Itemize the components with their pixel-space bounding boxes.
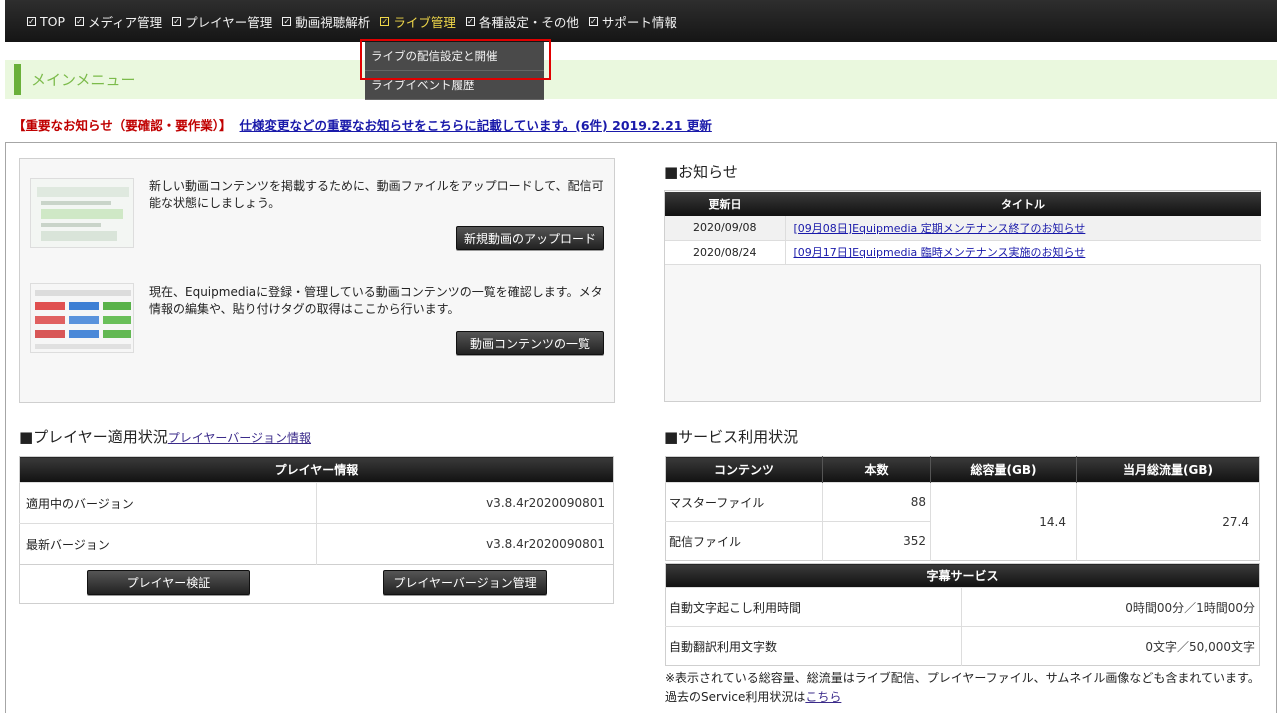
upload-thumbnail [30, 178, 134, 248]
service-header-count: 本数 [822, 456, 931, 483]
player-info-table: プレイヤー情報 適用中のバージョン v3.8.4r2020090801 最新バー… [19, 456, 614, 565]
upload-description: 新しい動画コンテンツを掲載するために、動画ファイルをアップロードして、配信可能な… [149, 179, 604, 210]
top-navigation: ✓ TOP ✓ メディア管理 ✓ プレイヤー管理 ✓ 動画視聴解析 ✓ ライブ管理 ✓ 各種… [5, 0, 1277, 42]
service-capacity-value: 14.4 [930, 482, 1077, 561]
dropdown-item-live-history[interactable]: ライブイベント履歴 [365, 71, 544, 100]
news-cell: [09月08日]Equipmedia 定期メンテナンス終了のお知らせ [785, 216, 1261, 241]
nav-item-settings[interactable]: ✓ 各種設定・その他 [465, 12, 579, 31]
notice-label: 【重要なお知らせ（要確認・要作業）】 [13, 118, 232, 133]
checkbox-icon: ✓ [27, 16, 36, 26]
subtitle-row-value: 0時間00分／1時間00分 [961, 587, 1260, 627]
service-header-traffic: 当月総流量(GB) [1076, 456, 1260, 483]
service-title: ■サービス利用状況 [664, 428, 799, 446]
nav-label: TOP [40, 13, 66, 29]
dropdown-item-live-settings[interactable]: ライブの配信設定と開催 [365, 42, 544, 71]
player-verify-button[interactable]: プレイヤー検証 [87, 570, 250, 595]
news-date: 2020/08/24 [665, 240, 786, 265]
footnote-text: ※表示されている総容量、総流量はライブ配信、プレイヤーファイル、サムネイル画像な… [665, 671, 1260, 685]
nav-label: プレイヤー管理 [185, 14, 273, 30]
nav-label: メディア管理 [88, 14, 163, 30]
page-title: メインメニュー [31, 71, 136, 89]
service-row-name: マスターファイル [665, 482, 823, 522]
news-cell: [09月17日]Equipmedia 臨時メンテナンス実施のお知らせ [785, 240, 1261, 265]
table-row: 2020/09/08 [09月08日]Equipmedia 定期メンテナンス終了… [665, 216, 1261, 241]
main-menu-bar: メインメニュー [5, 60, 1277, 99]
service-row-count: 88 [822, 482, 931, 522]
player-row-label: 適用中のバージョン [19, 482, 317, 524]
nav-label: 各種設定・その他 [478, 14, 579, 30]
checkbox-icon: ✓ [465, 16, 475, 26]
video-list-button[interactable]: 動画コンテンツの一覧 [456, 331, 604, 355]
subtitle-row-label: 自動文字起こし利用時間 [665, 587, 962, 627]
upload-video-button[interactable]: 新規動画のアップロード [456, 226, 604, 250]
service-header-capacity: 総容量(GB) [930, 456, 1077, 483]
list-thumbnail [30, 283, 134, 353]
live-dropdown-menu: ライブの配信設定と開催 ライブイベント履歴 [365, 42, 544, 100]
player-section-title: ■プレイヤー適用状況プレイヤーバージョン情報 [19, 426, 311, 447]
news-table: 更新日 タイトル 2020/09/08 [09月08日]Equipmedia 定… [665, 192, 1261, 265]
list-description: 現在、Equipmediaに登録・管理している動画コンテンツの一覧を確認します。… [149, 285, 603, 316]
nav-item-media[interactable]: ✓ メディア管理 [75, 12, 162, 31]
subtitle-row-label: 自動翻訳利用文字数 [665, 626, 962, 666]
news-link[interactable]: [09月08日]Equipmedia 定期メンテナンス終了のお知らせ [794, 222, 1086, 235]
nav-label: サポート情報 [601, 14, 677, 30]
service-traffic-value: 27.4 [1076, 482, 1260, 561]
table-row: 適用中のバージョン v3.8.4r2020090801 [19, 482, 614, 524]
nav-label: 動画視聴解析 [295, 14, 371, 30]
checkbox-icon: ✓ [75, 16, 85, 26]
nav-item-top[interactable]: ✓ TOP [27, 14, 65, 29]
player-row-value: v3.8.4r2020090801 [316, 482, 614, 524]
service-row-name: 配信ファイル [665, 521, 823, 561]
checkbox-icon: ✓ [588, 16, 598, 26]
service-header-content: コンテンツ [665, 456, 823, 483]
past-usage-link[interactable]: こちら [805, 690, 841, 704]
news-header-title: タイトル [785, 192, 1261, 216]
nav-item-analytics[interactable]: ✓ 動画視聴解析 [282, 12, 370, 31]
table-row: 自動文字起こし利用時間 0時間00分／1時間00分 [665, 587, 1260, 627]
checkbox-icon: ✓ [172, 16, 182, 26]
nav-label: ライブ管理 [393, 14, 456, 30]
table-row: 自動翻訳利用文字数 0文字／50,000文字 [665, 626, 1260, 666]
news-link[interactable]: [09月17日]Equipmedia 臨時メンテナンス実施のお知らせ [794, 246, 1086, 259]
service-row-count: 352 [822, 521, 931, 561]
service-footnote: ※表示されている総容量、総流量はライブ配信、プレイヤーファイル、サムネイル画像な… [665, 669, 1260, 707]
checkbox-icon: ✓ [282, 16, 292, 26]
news-header-date: 更新日 [665, 192, 785, 216]
service-usage-table: コンテンツ 本数 総容量(GB) 当月総流量(GB) マスターファイル 88 1… [665, 456, 1260, 561]
checkbox-icon: ✓ [380, 16, 390, 26]
nav-item-live[interactable]: ✓ ライブ管理 [380, 12, 456, 31]
notice-link[interactable]: 仕様変更などの重要なお知らせをこちらに記載しています。(6件) 2019.2.2… [240, 118, 712, 133]
nav-item-player[interactable]: ✓ プレイヤー管理 [172, 12, 272, 31]
table-row: 2020/08/24 [09月17日]Equipmedia 臨時メンテナンス実施… [665, 240, 1261, 265]
news-title: ■お知らせ [664, 163, 738, 181]
player-info-header: プレイヤー情報 [19, 456, 614, 483]
past-usage-line: 過去のService利用状況はこちら [665, 688, 1260, 707]
player-row-value: v3.8.4r2020090801 [316, 523, 614, 565]
news-date: 2020/09/08 [665, 216, 786, 241]
past-usage-prefix: 過去のService利用状況は [665, 690, 806, 704]
subtitle-service-table: 字幕サービス 自動文字起こし利用時間 0時間00分／1時間00分 自動翻訳利用文… [665, 563, 1260, 666]
important-notice: 【重要なお知らせ（要確認・要作業）】 仕様変更などの重要なお知らせをこちらに記載し… [13, 115, 712, 134]
player-version-info-link[interactable]: プレイヤーバージョン情報 [168, 431, 311, 445]
subtitle-row-value: 0文字／50,000文字 [961, 626, 1260, 666]
subtitle-service-header: 字幕サービス [665, 563, 1260, 588]
player-title: ■プレイヤー適用状況 [19, 428, 168, 446]
player-version-manage-button[interactable]: プレイヤーバージョン管理 [383, 570, 547, 595]
nav-item-support[interactable]: ✓ サポート情報 [588, 12, 677, 31]
table-row: マスターファイル 88 14.4 27.4 [665, 482, 1260, 561]
player-row-label: 最新バージョン [19, 523, 317, 565]
table-row: 最新バージョン v3.8.4r2020090801 [19, 523, 614, 565]
accent-bar [14, 64, 21, 95]
